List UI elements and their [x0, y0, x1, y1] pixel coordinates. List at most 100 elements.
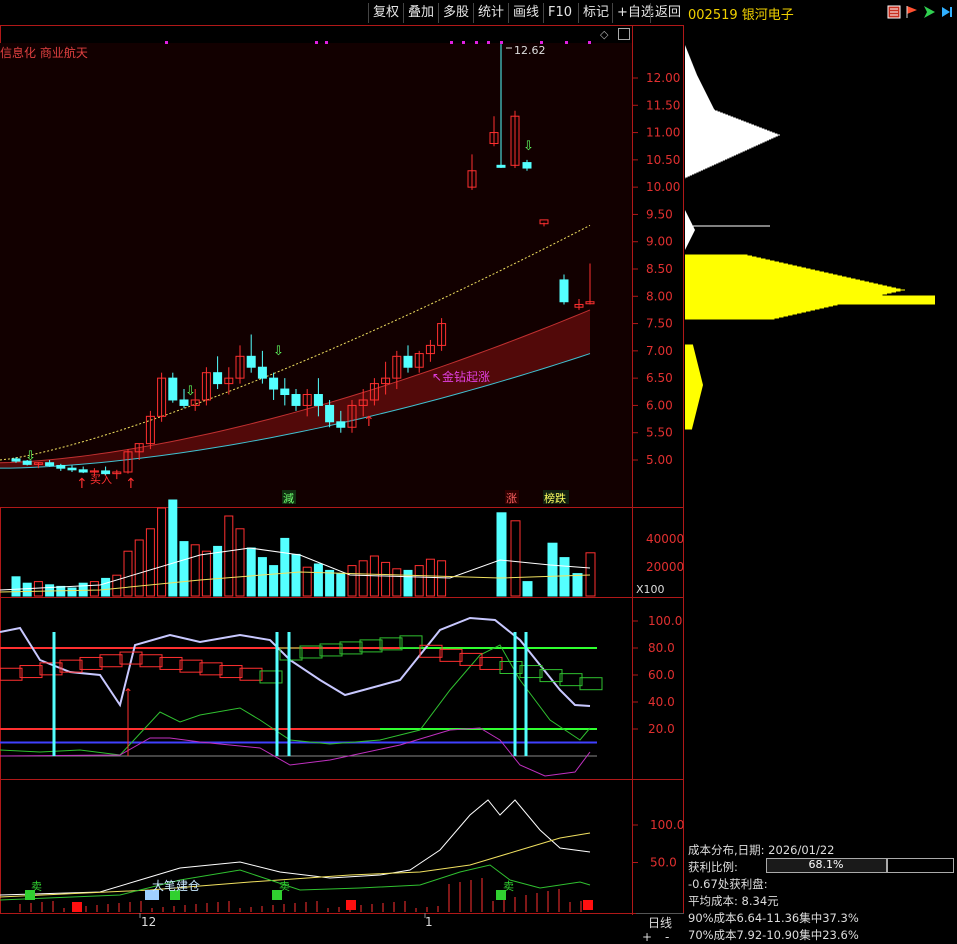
ind1-tick: 60.0 [648, 668, 675, 682]
candle-body [257, 366, 267, 379]
ind2-tick: 50.0 [650, 856, 677, 870]
volume-bar [134, 539, 144, 597]
kline-chart: 12.00 11.50 11.00 10.50 10.00 9.50 9.00 8.50 8.0… [0, 41, 935, 929]
candle-body [213, 372, 223, 385]
ind1-tick: 20.0 [648, 722, 675, 736]
signal-dot [487, 41, 490, 44]
volume-bar [280, 537, 290, 597]
ind1-step-box [159, 656, 183, 670]
ind1-step-box [219, 665, 243, 679]
volume-bar [547, 542, 558, 597]
volume-bar [45, 584, 55, 597]
signal-dot [540, 41, 543, 44]
volume-bar [392, 568, 402, 597]
ind1-step-box [99, 654, 123, 668]
ind2-label-mai: 卖 [31, 880, 42, 893]
price-tick: 5.50 [646, 426, 673, 440]
volume-bar [235, 528, 245, 597]
volume-bar [145, 528, 155, 597]
high-price-label: 12.62 [514, 44, 546, 57]
ind1-tick: 40.0 [648, 695, 675, 709]
price-tick: 8.00 [646, 289, 673, 303]
volume-bar [559, 557, 570, 597]
ind2-white-line [0, 799, 591, 896]
volume-unit: X100 [636, 583, 665, 596]
volume-bar [403, 569, 413, 597]
ind1-step-box [359, 639, 383, 653]
candle-body [280, 388, 290, 396]
price-tick: 6.50 [646, 371, 673, 385]
up-arrow: ↑ [363, 414, 375, 430]
signal-dot [500, 41, 503, 44]
candle-body [496, 164, 506, 168]
volume-bar [257, 557, 267, 597]
volume-tick: 20000 [646, 560, 684, 574]
price-tick: 8.50 [646, 262, 673, 276]
candle-body [559, 279, 569, 303]
ind2-yellow-line [0, 832, 591, 898]
volume-bar [510, 520, 521, 597]
cost-90: 90%成本6.64-11.36集中37.3% [688, 911, 859, 925]
ind1-tick: 100.0 [648, 614, 682, 628]
candle-body [45, 462, 55, 466]
price-tick: 10.00 [646, 180, 680, 194]
volume-bar [101, 577, 111, 597]
volume-bar [33, 581, 43, 597]
ind1-step-box [519, 665, 543, 679]
candle-body [168, 377, 178, 401]
period-tab[interactable]: 日线 [636, 913, 684, 930]
candle-body [336, 421, 346, 428]
ind1-step-box [139, 654, 163, 668]
candle-body [246, 355, 256, 368]
jian-label: 減 [283, 491, 294, 505]
candle-body [11, 458, 21, 462]
down-arrow: ⇩ [523, 139, 534, 154]
jinzuan-label: ↖金钻起涨 [432, 369, 490, 384]
candle-body [67, 467, 77, 471]
volume-bar [190, 544, 200, 597]
volume-bar [213, 545, 223, 597]
signal-dot [475, 41, 478, 44]
price-tick: 7.00 [646, 344, 673, 358]
volume-tick: 40000 [646, 532, 684, 546]
zoom-in-button[interactable]: + [642, 930, 652, 944]
window-icon[interactable] [618, 28, 630, 40]
signal-dot [565, 41, 568, 44]
volume-bar [78, 582, 88, 597]
candle-body [78, 469, 88, 473]
volume-bar [112, 574, 122, 597]
ind2-signal-box [583, 900, 593, 910]
date-label: 12 [141, 915, 156, 929]
ind1-step-box [239, 667, 263, 681]
volume-bar [437, 560, 447, 597]
profit-bar-rest [886, 858, 954, 873]
profit-label: 获利比例: [688, 860, 738, 874]
volume-bar [269, 565, 279, 597]
volume-bar [381, 561, 391, 597]
ind2-signal-box [346, 900, 356, 910]
volume-bar [179, 541, 189, 597]
price-tick: 11.50 [646, 98, 680, 112]
ind1-step-box [439, 648, 463, 662]
ind2-label-mai: 卖 [503, 880, 514, 893]
candle-body [269, 377, 279, 390]
profit-line3: -0.67处获利盘: [688, 877, 768, 891]
candle-body [291, 394, 301, 406]
signal-dot [325, 41, 328, 44]
price-tick: 6.00 [646, 398, 673, 412]
ind1-step-box [559, 673, 583, 687]
price-tick: 12.00 [646, 71, 680, 85]
diamond-icon[interactable]: ◇ [600, 28, 608, 41]
volume-bar [522, 581, 533, 597]
ind1-step-box [79, 656, 103, 670]
ind1-step-box [399, 635, 423, 649]
cost-title: 成本分布,日期: 2026/01/22 [688, 843, 835, 857]
price-tick: 7.50 [646, 317, 673, 331]
volume-bar [22, 582, 32, 597]
ind1-step-box [259, 670, 283, 684]
volume-bar [358, 560, 368, 597]
ind2-signal-box [72, 902, 82, 912]
volume-bar [224, 515, 234, 597]
up-arrow: ↑ [76, 476, 88, 492]
zoom-out-button[interactable]: - [665, 930, 669, 944]
